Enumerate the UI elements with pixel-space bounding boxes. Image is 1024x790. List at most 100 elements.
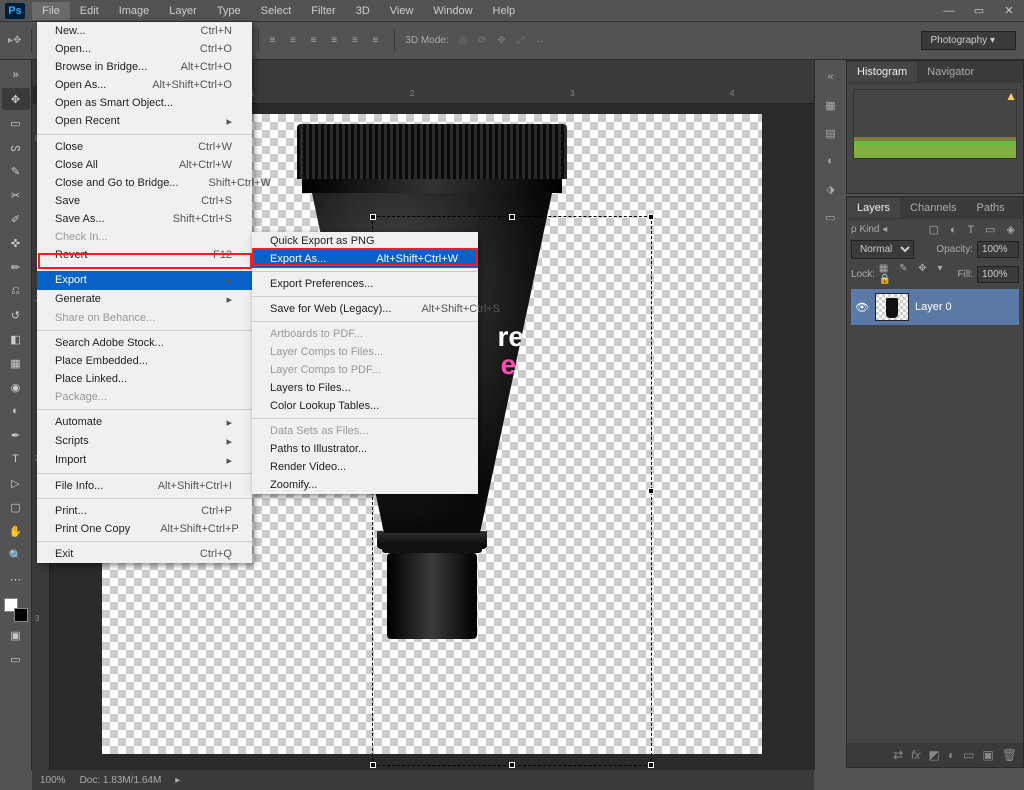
panel-collapse-icon[interactable]: « bbox=[818, 66, 844, 88]
menu-item-layers-to-files-[interactable]: Layers to Files... bbox=[252, 379, 478, 397]
healing-tool[interactable]: ✜ bbox=[2, 232, 30, 254]
menu-item-open-as-smart-object-[interactable]: Open as Smart Object... bbox=[37, 94, 252, 112]
menu-item-place-embedded-[interactable]: Place Embedded... bbox=[37, 352, 252, 370]
marquee-tool[interactable]: ▭ bbox=[2, 112, 30, 134]
gradient-tool[interactable]: ▦ bbox=[2, 352, 30, 374]
menu-item-import[interactable]: Import bbox=[37, 451, 252, 470]
visibility-icon[interactable]: 👁 bbox=[855, 301, 869, 314]
workspace-preset[interactable]: Photography ▾ bbox=[921, 31, 1016, 50]
menu-item-print-[interactable]: Print...Ctrl+P bbox=[37, 502, 252, 520]
menu-item-close[interactable]: CloseCtrl+W bbox=[37, 138, 252, 156]
menu-item-file-info-[interactable]: File Info...Alt+Shift+Ctrl+I bbox=[37, 477, 252, 495]
restore-button[interactable]: ▭ bbox=[964, 0, 994, 22]
menu-item-new-[interactable]: New...Ctrl+N bbox=[37, 22, 252, 40]
menu-item-scripts[interactable]: Scripts bbox=[37, 432, 252, 451]
menu-layer[interactable]: Layer bbox=[159, 2, 207, 20]
lasso-tool[interactable]: ᔕ bbox=[2, 136, 30, 158]
menu-view[interactable]: View bbox=[380, 2, 424, 20]
menu-item-zoomify-[interactable]: Zoomify... bbox=[252, 476, 478, 494]
menu-type[interactable]: Type bbox=[207, 2, 251, 20]
blend-mode-select[interactable]: Normal bbox=[851, 240, 914, 259]
styles-panel-icon[interactable]: ⬗ bbox=[818, 178, 844, 200]
menu-item-open-[interactable]: Open...Ctrl+O bbox=[37, 40, 252, 58]
menu-file[interactable]: File bbox=[32, 2, 70, 20]
tab-layers[interactable]: Layers bbox=[847, 198, 900, 218]
filter-icons[interactable]: ▢ ◐ T ▭ ◈ bbox=[929, 223, 1019, 236]
menu-edit[interactable]: Edit bbox=[70, 2, 109, 20]
tab-paths[interactable]: Paths bbox=[967, 198, 1015, 218]
menu-item-search-adobe-stock-[interactable]: Search Adobe Stock... bbox=[37, 334, 252, 352]
menu-image[interactable]: Image bbox=[109, 2, 160, 20]
menu-item-generate[interactable]: Generate bbox=[37, 290, 252, 309]
menu-item-print-one-copy[interactable]: Print One CopyAlt+Shift+Ctrl+P bbox=[37, 520, 252, 538]
new-layer-icon[interactable]: ▣ bbox=[982, 748, 993, 762]
type-tool[interactable]: T bbox=[2, 448, 30, 470]
menu-3d[interactable]: 3D bbox=[346, 2, 380, 20]
menu-item-open-as-[interactable]: Open As...Alt+Shift+Ctrl+O bbox=[37, 76, 252, 94]
menu-item-revert[interactable]: RevertF12 bbox=[37, 246, 252, 264]
layer-thumbnail[interactable] bbox=[875, 293, 909, 321]
menu-item-export-preferences-[interactable]: Export Preferences... bbox=[252, 275, 478, 293]
minimize-button[interactable]: — bbox=[934, 0, 964, 22]
libraries-panel-icon[interactable]: ▭ bbox=[818, 206, 844, 228]
menu-item-close-and-go-to-bridge-[interactable]: Close and Go to Bridge...Shift+Ctrl+W bbox=[37, 174, 252, 192]
adjustments-panel-icon[interactable]: ◐ bbox=[818, 150, 844, 172]
layer-mask-icon[interactable]: ◩ bbox=[928, 748, 939, 762]
dodge-tool[interactable]: ◐ bbox=[2, 400, 30, 422]
link-layers-icon[interactable]: ⇄ bbox=[893, 748, 903, 762]
menu-item-render-video-[interactable]: Render Video... bbox=[252, 458, 478, 476]
menu-item-close-all[interactable]: Close AllAlt+Ctrl+W bbox=[37, 156, 252, 174]
menu-item-browse-in-bridge-[interactable]: Browse in Bridge...Alt+Ctrl+O bbox=[37, 58, 252, 76]
adjustment-layer-icon[interactable]: ◐ bbox=[948, 748, 955, 762]
fill-input[interactable] bbox=[977, 266, 1019, 283]
tab-channels[interactable]: Channels bbox=[900, 198, 966, 218]
menu-item-exit[interactable]: ExitCtrl+Q bbox=[37, 545, 252, 563]
eraser-tool[interactable]: ◧ bbox=[2, 328, 30, 350]
menu-item-save-for-web-legacy-[interactable]: Save for Web (Legacy)...Alt+Shift+Ctrl+S bbox=[252, 300, 478, 318]
menu-filter[interactable]: Filter bbox=[301, 2, 345, 20]
menu-select[interactable]: Select bbox=[251, 2, 302, 20]
menu-item-export[interactable]: Export bbox=[37, 271, 252, 290]
menu-item-export-as-[interactable]: Export As...Alt+Shift+Ctrl+W bbox=[252, 250, 478, 268]
pen-tool[interactable]: ✒ bbox=[2, 424, 30, 446]
layer-row[interactable]: 👁 Layer 0 bbox=[851, 289, 1019, 325]
lock-icons[interactable]: ▦ ✎ ✥ ▾ 🔒 bbox=[879, 263, 954, 285]
menu-item-color-lookup-tables-[interactable]: Color Lookup Tables... bbox=[252, 397, 478, 415]
doc-size[interactable]: Doc: 1.83M/1.64M bbox=[80, 775, 162, 786]
menu-item-save[interactable]: SaveCtrl+S bbox=[37, 192, 252, 210]
background-swatch[interactable] bbox=[14, 608, 28, 622]
quickmask-tool[interactable]: ▣ bbox=[2, 624, 30, 646]
close-button[interactable]: ✕ bbox=[994, 0, 1024, 22]
shape-tool[interactable]: ▢ bbox=[2, 496, 30, 518]
blur-tool[interactable]: ◉ bbox=[2, 376, 30, 398]
move-tool[interactable]: ✥ bbox=[2, 88, 30, 110]
eyedropper-tool[interactable]: ✐ bbox=[2, 208, 30, 230]
color-panel-icon[interactable]: ▦ bbox=[818, 94, 844, 116]
layer-fx-icon[interactable]: fx bbox=[911, 748, 920, 762]
quick-select-tool[interactable]: ✎ bbox=[2, 160, 30, 182]
brush-tool[interactable]: ✏ bbox=[2, 256, 30, 278]
opacity-input[interactable] bbox=[977, 241, 1019, 258]
screenmode-tool[interactable]: ▭ bbox=[2, 648, 30, 670]
tab-histogram[interactable]: Histogram bbox=[847, 62, 917, 82]
hand-tool[interactable]: ✋ bbox=[2, 520, 30, 542]
menu-help[interactable]: Help bbox=[483, 2, 526, 20]
zoom-tool[interactable]: 🔍 bbox=[2, 544, 30, 566]
status-arrow-icon[interactable]: ▸ bbox=[175, 775, 180, 786]
file-menu-dropdown[interactable]: New...Ctrl+NOpen...Ctrl+OBrowse in Bridg… bbox=[37, 22, 252, 563]
group-icon[interactable]: ▭ bbox=[963, 748, 974, 762]
menu-item-quick-export-as-png[interactable]: Quick Export as PNG bbox=[252, 232, 478, 250]
layer-name[interactable]: Layer 0 bbox=[915, 301, 952, 313]
menu-item-place-linked-[interactable]: Place Linked... bbox=[37, 370, 252, 388]
delete-layer-icon[interactable]: 🗑 bbox=[1002, 748, 1017, 762]
3d-mode-icons[interactable]: ◎ ⟳ ✥ ⤢ ↔ bbox=[459, 35, 550, 46]
menu-item-open-recent[interactable]: Open Recent bbox=[37, 112, 252, 131]
menu-item-paths-to-illustrator-[interactable]: Paths to Illustrator... bbox=[252, 440, 478, 458]
edit-toolbar[interactable]: ⋯ bbox=[2, 568, 30, 590]
menu-item-save-as-[interactable]: Save As...Shift+Ctrl+S bbox=[37, 210, 252, 228]
swatches-panel-icon[interactable]: ▤ bbox=[818, 122, 844, 144]
crop-tool[interactable]: ✂ bbox=[2, 184, 30, 206]
zoom-level[interactable]: 100% bbox=[40, 775, 66, 786]
distribute-icons[interactable]: ≡ ≡ ≡ ≡ ≡ ≡ bbox=[269, 35, 384, 46]
color-swatches[interactable] bbox=[4, 598, 28, 622]
